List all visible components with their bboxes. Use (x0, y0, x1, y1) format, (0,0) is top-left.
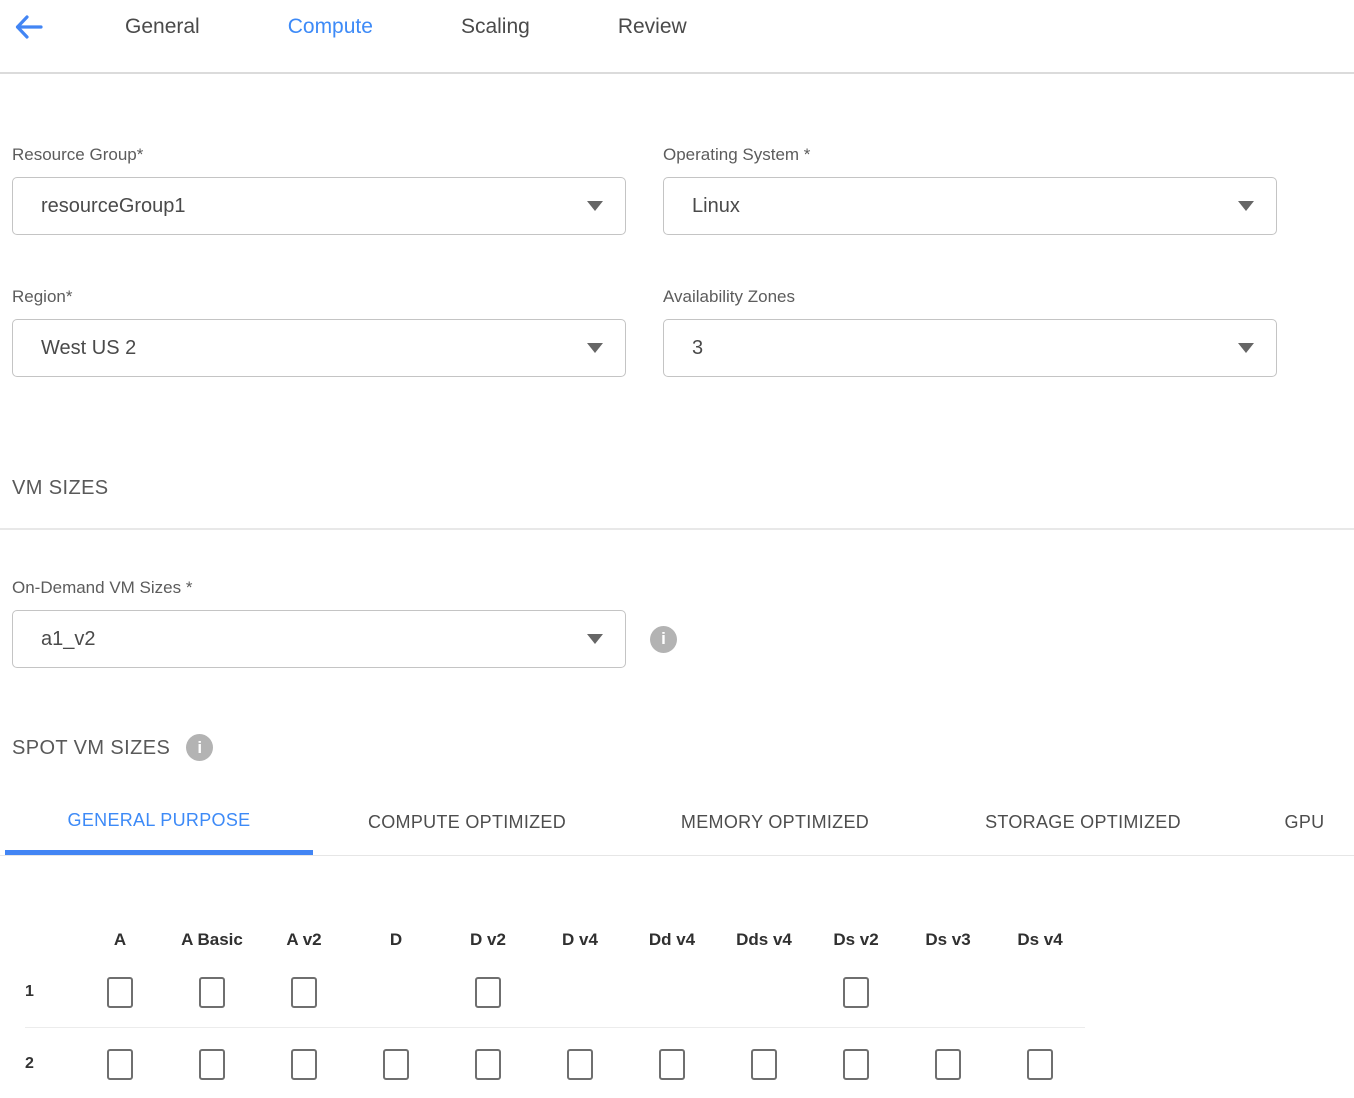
vm-cell (902, 1049, 994, 1080)
tab-memory-optimized[interactable]: MEMORY OPTIMIZED (621, 790, 929, 855)
caret-down-icon (587, 634, 603, 644)
caret-down-icon (1238, 201, 1254, 211)
region-field: Region* West US 2 (12, 286, 626, 377)
vm-size-checkbox-row2-d-v2[interactable] (475, 1049, 501, 1080)
tab-storage-optimized[interactable]: STORAGE OPTIMIZED (929, 790, 1237, 855)
compute-form: Resource Group* resourceGroup1 Operating… (12, 144, 1354, 377)
tab-general-purpose[interactable]: GENERAL PURPOSE (5, 790, 313, 855)
vm-size-checkbox-row2-d-v4[interactable] (567, 1049, 593, 1080)
vm-table-header-row: AA BasicA v2DD v2D v4Dd v4Dds v4Ds v2Ds … (12, 929, 1354, 950)
row-divider (25, 1027, 1085, 1028)
vm-size-checkbox-row1-a-basic[interactable] (199, 977, 225, 1008)
row-label: 1 (12, 983, 74, 1001)
availability-zones-value: 3 (692, 337, 703, 360)
resource-group-field: Resource Group* resourceGroup1 (12, 144, 626, 235)
vm-size-checkbox-row2-a[interactable] (107, 1049, 133, 1080)
vm-column-header-d: D (350, 930, 442, 950)
vm-cell (166, 1049, 258, 1080)
spot-category-tabs: GENERAL PURPOSE COMPUTE OPTIMIZED MEMORY… (0, 790, 1354, 856)
vm-table-row: 1 (12, 976, 1354, 1008)
tab-general[interactable]: General (125, 14, 200, 40)
vm-cell (350, 1049, 442, 1080)
vm-size-checkbox-row2-d[interactable] (383, 1049, 409, 1080)
vm-cell (534, 1049, 626, 1080)
vm-size-table: AA BasicA v2DD v2D v4Dd v4Dds v4Ds v2Ds … (0, 929, 1354, 1080)
vm-cell (74, 977, 166, 1008)
vm-column-header-d-v2: D v2 (442, 930, 534, 950)
vm-column-header-d-v4: D v4 (534, 930, 626, 950)
spot-vm-sizes-heading: SPOT VM SIZES (12, 736, 170, 760)
vm-size-checkbox-row2-a-basic[interactable] (199, 1049, 225, 1080)
row-label: 2 (12, 1055, 74, 1073)
vm-column-header-dds-v4: Dds v4 (718, 930, 810, 950)
resource-group-select[interactable]: resourceGroup1 (12, 177, 626, 235)
caret-down-icon (1238, 343, 1254, 353)
vm-size-checkbox-row2-ds-v3[interactable] (935, 1049, 961, 1080)
vm-size-checkbox-row1-ds-v2[interactable] (843, 977, 869, 1008)
caret-down-icon (587, 343, 603, 353)
vm-size-checkbox-row2-dd-v4[interactable] (659, 1049, 685, 1080)
vm-cell (442, 977, 534, 1008)
on-demand-label: On-Demand VM Sizes * (12, 577, 1354, 598)
info-icon[interactable]: i (186, 734, 213, 761)
vm-cell (442, 1049, 534, 1080)
vm-column-header-ds-v2: Ds v2 (810, 930, 902, 950)
vm-size-checkbox-row2-ds-v2[interactable] (843, 1049, 869, 1080)
vm-column-header-ds-v4: Ds v4 (994, 930, 1086, 950)
operating-system-value: Linux (692, 195, 740, 218)
vm-size-checkbox-row2-a-v2[interactable] (291, 1049, 317, 1080)
tab-compute[interactable]: Compute (288, 14, 373, 40)
region-value: West US 2 (41, 337, 136, 360)
region-select[interactable]: West US 2 (12, 319, 626, 377)
availability-zones-label: Availability Zones (663, 286, 1277, 307)
availability-zones-select[interactable]: 3 (663, 319, 1277, 377)
vm-size-checkbox-row1-d-v2[interactable] (475, 977, 501, 1008)
tab-scaling[interactable]: Scaling (461, 14, 530, 40)
caret-down-icon (587, 201, 603, 211)
vm-size-checkbox-row2-ds-v4[interactable] (1027, 1049, 1053, 1080)
vm-column-header-a-v2: A v2 (258, 930, 350, 950)
vm-cell (810, 1049, 902, 1080)
operating-system-label: Operating System * (663, 144, 1277, 165)
on-demand-value: a1_v2 (41, 628, 96, 651)
vm-column-header-a-basic: A Basic (166, 930, 258, 950)
operating-system-select[interactable]: Linux (663, 177, 1277, 235)
vm-size-checkbox-row1-a-v2[interactable] (291, 977, 317, 1008)
vm-size-checkbox-row2-dds-v4[interactable] (751, 1049, 777, 1080)
wizard-steps: General Compute Scaling Review (125, 14, 687, 40)
vm-cell (626, 1049, 718, 1080)
section-divider (0, 528, 1354, 530)
tab-review[interactable]: Review (618, 14, 687, 40)
vm-cell (258, 977, 350, 1008)
vm-cell (810, 977, 902, 1008)
info-icon[interactable]: i (650, 626, 677, 653)
tab-compute-optimized[interactable]: COMPUTE OPTIMIZED (313, 790, 621, 855)
operating-system-field: Operating System * Linux (663, 144, 1277, 235)
vm-column-header-ds-v3: Ds v3 (902, 930, 994, 950)
vm-cell (74, 1049, 166, 1080)
vm-column-header-a: A (74, 930, 166, 950)
back-button[interactable] (14, 14, 44, 40)
vm-sizes-heading: VM SIZES (12, 476, 1354, 500)
top-nav: General Compute Scaling Review (0, 0, 1354, 74)
region-label: Region* (12, 286, 626, 307)
resource-group-label: Resource Group* (12, 144, 626, 165)
vm-table-row: 2 (12, 1048, 1354, 1080)
vm-cell (718, 1049, 810, 1080)
arrow-left-icon (14, 14, 44, 40)
vm-cell (994, 1049, 1086, 1080)
resource-group-value: resourceGroup1 (41, 195, 186, 218)
availability-zones-field: Availability Zones 3 (663, 286, 1277, 377)
vm-column-header-dd-v4: Dd v4 (626, 930, 718, 950)
on-demand-select[interactable]: a1_v2 (12, 610, 626, 668)
vm-size-checkbox-row1-a[interactable] (107, 977, 133, 1008)
vm-cell (258, 1049, 350, 1080)
tab-gpu[interactable]: GPU (1237, 790, 1354, 855)
vm-cell (166, 977, 258, 1008)
spot-vm-sizes-header: SPOT VM SIZES i (12, 734, 1354, 761)
on-demand-field: On-Demand VM Sizes * a1_v2 i (12, 577, 1354, 668)
